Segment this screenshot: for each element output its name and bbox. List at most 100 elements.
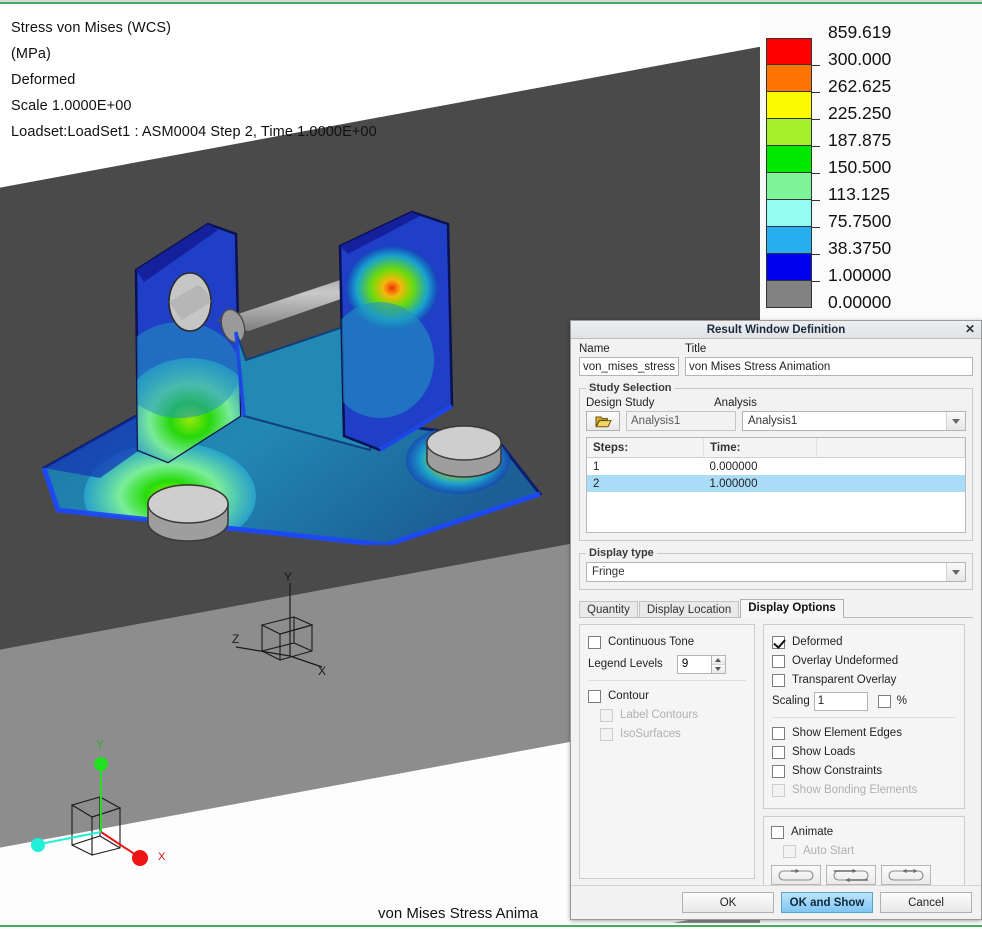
display-type-group: Display type Fringe <box>579 547 973 590</box>
label-contours-row: Label Contours <box>588 706 746 724</box>
legend-swatch-8 <box>766 254 812 281</box>
bottom-green-rule <box>0 925 982 927</box>
legend-levels-up-button[interactable] <box>711 655 725 665</box>
legend-levels-stepper[interactable] <box>676 654 726 674</box>
loop-forward-icon[interactable] <box>771 865 821 885</box>
annotation-line-2: (MPa) <box>11 46 51 62</box>
ok-and-show-button[interactable]: OK and Show <box>781 892 873 913</box>
legend-tick <box>812 173 820 174</box>
continuous-tone-label: Continuous Tone <box>608 636 695 648</box>
legend-tick <box>812 227 820 228</box>
dialog-footer: OK OK and Show Cancel <box>571 885 981 919</box>
legend-levels-row[interactable]: Legend Levels <box>588 654 746 674</box>
transparent-overlay-row[interactable]: Transparent Overlay <box>772 671 956 689</box>
show-element-edges-checkbox[interactable] <box>772 726 785 740</box>
analysis-combo[interactable]: Analysis1 <box>742 411 966 431</box>
contour-checkbox[interactable] <box>588 689 601 703</box>
legend-value: 225.250 <box>828 103 892 123</box>
show-bonding-elements-row: Show Bonding Elements <box>772 781 956 799</box>
open-folder-button[interactable] <box>586 411 620 431</box>
deformed-checkbox[interactable] <box>772 635 785 649</box>
show-element-edges-label: Show Element Edges <box>792 727 902 739</box>
show-bonding-elements-checkbox <box>772 783 785 797</box>
tab-display-options[interactable]: Display Options <box>740 599 844 618</box>
overlay-undeformed-label: Overlay Undeformed <box>792 655 899 667</box>
legend-swatch-2 <box>766 92 812 119</box>
loop-reverse-icon[interactable] <box>881 865 931 885</box>
svg-text:Z: Z <box>232 632 239 646</box>
study-selection-group: Study Selection Design Study Analysis An… <box>579 382 973 541</box>
legend-tick <box>812 281 820 282</box>
deformation-options-panel: Deformed Overlay Undeformed Transparent … <box>763 624 965 809</box>
continuous-tone-checkbox[interactable] <box>588 635 601 649</box>
annotation-line-4: Scale 1.0000E+00 <box>11 98 132 114</box>
dialog-title: Result Window Definition <box>706 323 846 336</box>
ok-button[interactable]: OK <box>682 892 774 913</box>
auto-start-row: Auto Start <box>771 842 957 860</box>
contour-row[interactable]: Contour <box>588 687 746 705</box>
dialog-titlebar[interactable]: Result Window Definition ✕ <box>571 321 981 339</box>
left-wall-bore <box>168 272 212 332</box>
bolt-boss-right <box>426 425 502 478</box>
contour-label: Contour <box>608 690 649 702</box>
continuous-tone-row[interactable]: Continuous Tone <box>588 633 746 651</box>
steps-table-wrapper[interactable]: Steps: Time: 1 0.000000 2 1.000000 <box>586 437 966 533</box>
chevron-down-icon[interactable] <box>946 412 965 430</box>
legend-swatch-6 <box>766 200 812 227</box>
tab-display-location[interactable]: Display Location <box>638 601 740 617</box>
tab-quantity[interactable]: Quantity <box>579 601 638 617</box>
show-loads-row[interactable]: Show Loads <box>772 743 956 761</box>
result-window-definition-dialog[interactable]: Result Window Definition ✕ Name Title St… <box>570 320 982 920</box>
time-column-header: Time: <box>703 438 817 458</box>
dialog-tabs[interactable]: Quantity Display Location Display Options <box>579 598 973 618</box>
overlay-undeformed-row[interactable]: Overlay Undeformed <box>772 652 956 670</box>
blank-cell <box>817 458 965 476</box>
deformed-label: Deformed <box>792 636 843 648</box>
color-legend: 859.619 300.000 262.625 225.250 187.875 150.5… <box>766 19 976 331</box>
animate-checkbox[interactable] <box>771 825 784 839</box>
legend-tick <box>812 146 820 147</box>
animate-label: Animate <box>791 826 834 838</box>
table-row[interactable]: 1 0.000000 <box>587 458 965 476</box>
svg-text:Y: Y <box>284 570 292 584</box>
legend-value: 262.625 <box>828 76 892 96</box>
legend-value: 1.00000 <box>828 265 892 285</box>
show-element-edges-row[interactable]: Show Element Edges <box>772 724 956 742</box>
title-input[interactable] <box>685 357 973 376</box>
table-row[interactable]: 2 1.000000 <box>587 475 965 492</box>
name-input[interactable] <box>579 357 679 376</box>
percent-checkbox[interactable] <box>877 694 891 708</box>
animate-row[interactable]: Animate <box>771 823 957 841</box>
label-contours-label: Label Contours <box>620 709 698 721</box>
percent-label: % <box>896 695 907 707</box>
wcs-coordinate-triad: Y X <box>22 705 222 895</box>
legend-swatch-0 <box>766 38 812 65</box>
legend-levels-input[interactable] <box>676 654 711 674</box>
loop-bidirectional-icon[interactable] <box>826 865 876 885</box>
legend-tick <box>812 200 820 201</box>
chevron-down-icon[interactable] <box>946 563 965 581</box>
application-window: Y X Z Y X Stress von Mises (WCS) (MPa) D… <box>0 0 982 929</box>
cancel-button[interactable]: Cancel <box>880 892 972 913</box>
transparent-overlay-checkbox[interactable] <box>772 673 785 687</box>
view-title-label: von Mises Stress Anima <box>378 905 539 922</box>
legend-levels-down-button[interactable] <box>711 664 725 673</box>
analysis-combo-value: Analysis1 <box>748 415 798 427</box>
scaling-label: Scaling <box>772 695 810 707</box>
legend-value-list: 859.619 300.000 262.625 225.250 187.875 150.5… <box>828 19 891 316</box>
display-type-combo[interactable]: Fringe <box>586 562 966 582</box>
show-constraints-checkbox[interactable] <box>772 764 785 778</box>
close-icon[interactable]: ✕ <box>965 322 975 336</box>
legend-tick <box>812 119 820 120</box>
time-cell: 1.000000 <box>703 475 817 492</box>
scaling-input[interactable] <box>813 691 868 711</box>
right-panel-divider <box>772 717 956 718</box>
show-constraints-row[interactable]: Show Constraints <box>772 762 956 780</box>
show-loads-checkbox[interactable] <box>772 745 785 759</box>
deformed-row[interactable]: Deformed <box>772 633 956 651</box>
overlay-undeformed-checkbox[interactable] <box>772 654 785 668</box>
svg-text:Y: Y <box>96 739 104 751</box>
legend-tick <box>812 65 820 66</box>
animation-mode-buttons[interactable] <box>771 865 957 885</box>
scaling-row[interactable]: Scaling % <box>772 691 956 711</box>
